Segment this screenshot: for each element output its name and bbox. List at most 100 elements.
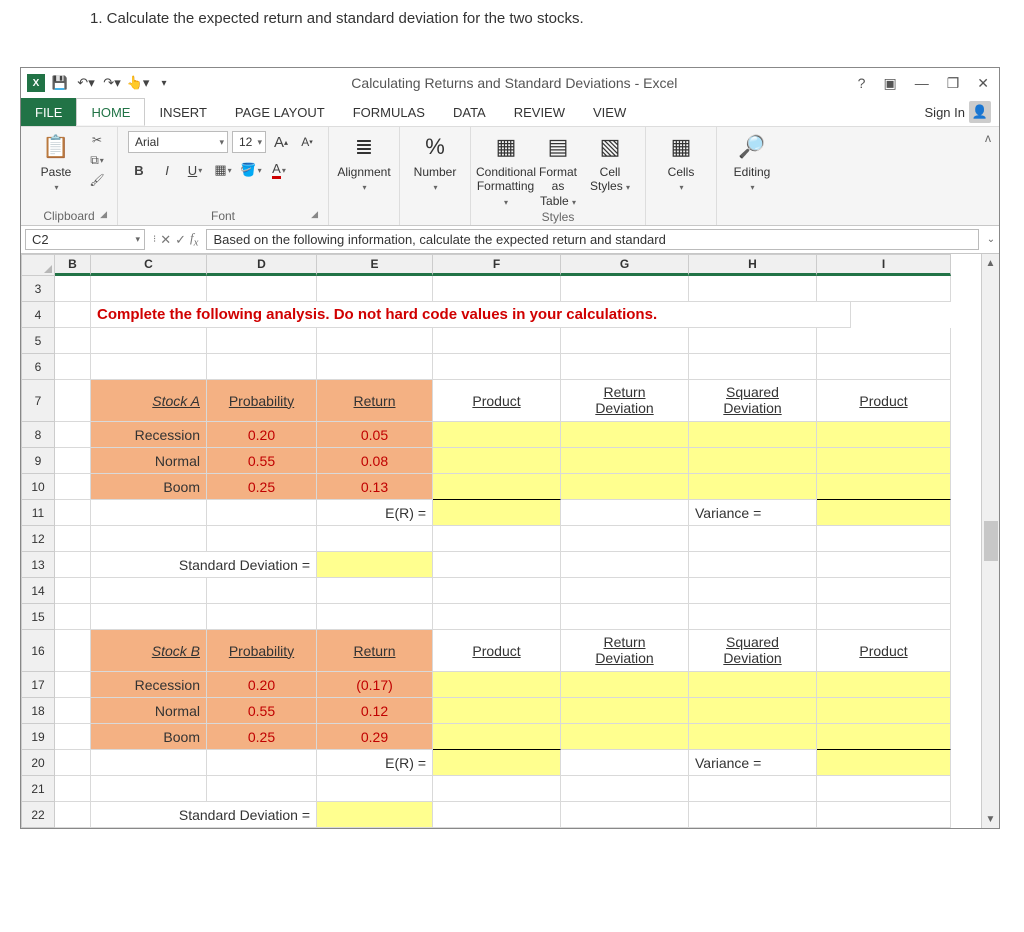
- undo-icon[interactable]: ↶▾: [75, 72, 97, 94]
- cell-H6[interactable]: [689, 354, 817, 380]
- cell-A-variance-label[interactable]: Variance =: [689, 500, 817, 526]
- font-size-select[interactable]: 12: [232, 131, 266, 153]
- row-header-4[interactable]: 4: [21, 302, 55, 328]
- col-header-E[interactable]: E: [317, 254, 433, 276]
- cell-B21[interactable]: [55, 776, 91, 802]
- decrease-font-icon[interactable]: A▾: [296, 131, 318, 153]
- cell-G15[interactable]: [561, 604, 689, 630]
- cell-F6[interactable]: [433, 354, 561, 380]
- cell-B5[interactable]: [55, 328, 91, 354]
- paste-button[interactable]: 📋 Paste▾: [31, 131, 81, 194]
- alignment-button[interactable]: ≣Alignment▾: [339, 131, 389, 194]
- cell-D3[interactable]: [207, 276, 317, 302]
- row-header-10[interactable]: 10: [21, 474, 55, 500]
- cell-H5[interactable]: [689, 328, 817, 354]
- cell-G21[interactable]: [561, 776, 689, 802]
- cell-B4[interactable]: [55, 302, 91, 328]
- cell-F13[interactable]: [433, 552, 561, 578]
- row-header-9[interactable]: 9: [21, 448, 55, 474]
- cell-B-retdev-2[interactable]: [561, 724, 689, 750]
- cell-A-sqdev-1[interactable]: [689, 448, 817, 474]
- cell-B-stddev-value[interactable]: [317, 802, 433, 828]
- tab-home[interactable]: HOME: [76, 98, 145, 126]
- cell-B-product2-1[interactable]: [817, 698, 951, 724]
- cell-F21[interactable]: [433, 776, 561, 802]
- cell-D11[interactable]: [207, 500, 317, 526]
- cell-return-deviation-header-A[interactable]: ReturnDeviation: [561, 380, 689, 422]
- editing-button[interactable]: 🔎Editing▾: [727, 131, 777, 194]
- cell-B-prob-0[interactable]: 0.20: [207, 672, 317, 698]
- bold-button[interactable]: B: [128, 159, 150, 181]
- cell-B12[interactable]: [55, 526, 91, 552]
- col-header-C[interactable]: C: [91, 254, 207, 276]
- cell-C15[interactable]: [91, 604, 207, 630]
- cell-D6[interactable]: [207, 354, 317, 380]
- cell-A-prob-1[interactable]: 0.55: [207, 448, 317, 474]
- help-icon[interactable]: ?: [854, 75, 870, 91]
- cell-F3[interactable]: [433, 276, 561, 302]
- cell-B-ret-2[interactable]: 0.29: [317, 724, 433, 750]
- cell-C14[interactable]: [91, 578, 207, 604]
- cell-B-state-0[interactable]: Recession: [91, 672, 207, 698]
- cell-return-deviation-header-B[interactable]: ReturnDeviation: [561, 630, 689, 672]
- row-header-11[interactable]: 11: [21, 500, 55, 526]
- cell-C20[interactable]: [91, 750, 207, 776]
- cell-B9[interactable]: [55, 448, 91, 474]
- row-header-20[interactable]: 20: [21, 750, 55, 776]
- vertical-scrollbar[interactable]: ▲ ▼: [981, 254, 999, 828]
- name-box[interactable]: C2: [25, 229, 145, 250]
- cell-stockB-title[interactable]: Stock B: [91, 630, 207, 672]
- cell-I13[interactable]: [817, 552, 951, 578]
- tab-insert[interactable]: INSERT: [145, 98, 220, 126]
- cell-B-state-2[interactable]: Boom: [91, 724, 207, 750]
- cell-F5[interactable]: [433, 328, 561, 354]
- col-header-I[interactable]: I: [817, 254, 951, 276]
- cell-D15[interactable]: [207, 604, 317, 630]
- cell-B-sqdev-0[interactable]: [689, 672, 817, 698]
- cell-F12[interactable]: [433, 526, 561, 552]
- cell-F15[interactable]: [433, 604, 561, 630]
- cell-B-stddev-label[interactable]: Standard Deviation =: [91, 802, 317, 828]
- cell-D5[interactable]: [207, 328, 317, 354]
- borders-icon[interactable]: ▦▾: [212, 159, 234, 181]
- minimize-icon[interactable]: —: [911, 75, 933, 91]
- scroll-down-icon[interactable]: ▼: [982, 810, 999, 828]
- cell-F14[interactable]: [433, 578, 561, 604]
- cell-styles-button[interactable]: ▧CellStyles ▾: [585, 131, 635, 194]
- cell-I14[interactable]: [817, 578, 951, 604]
- cell-A-state-2[interactable]: Boom: [91, 474, 207, 500]
- cell-C5[interactable]: [91, 328, 207, 354]
- cell-H12[interactable]: [689, 526, 817, 552]
- cell-B-prob-2[interactable]: 0.25: [207, 724, 317, 750]
- cell-C11[interactable]: [91, 500, 207, 526]
- cell-B-product-0[interactable]: [433, 672, 561, 698]
- cell-B3[interactable]: [55, 276, 91, 302]
- italic-button[interactable]: I: [156, 159, 178, 181]
- cell-B-ER-label[interactable]: E(R) =: [317, 750, 433, 776]
- cell-A-variance-value[interactable]: [817, 500, 951, 526]
- cell-B-product2-0[interactable]: [817, 672, 951, 698]
- cell-B16[interactable]: [55, 630, 91, 672]
- cell-instruction[interactable]: Complete the following analysis. Do not …: [91, 302, 851, 328]
- cell-G20[interactable]: [561, 750, 689, 776]
- insert-function-icon[interactable]: fx: [190, 230, 198, 249]
- cell-B-retdev-0[interactable]: [561, 672, 689, 698]
- cell-G12[interactable]: [561, 526, 689, 552]
- cell-I21[interactable]: [817, 776, 951, 802]
- cell-B-product-1[interactable]: [433, 698, 561, 724]
- formula-input[interactable]: Based on the following information, calc…: [206, 229, 979, 250]
- col-header-G[interactable]: G: [561, 254, 689, 276]
- cell-product2-header-A[interactable]: Product: [817, 380, 951, 422]
- cell-squared-deviation-header-A[interactable]: SquaredDeviation: [689, 380, 817, 422]
- row-header-19[interactable]: 19: [21, 724, 55, 750]
- cell-return-header-B[interactable]: Return: [317, 630, 433, 672]
- row-header-12[interactable]: 12: [21, 526, 55, 552]
- touch-mode-icon[interactable]: 👆▾: [127, 72, 149, 94]
- cell-B6[interactable]: [55, 354, 91, 380]
- cell-F22[interactable]: [433, 802, 561, 828]
- cell-C3[interactable]: [91, 276, 207, 302]
- cell-H13[interactable]: [689, 552, 817, 578]
- cell-A-ER-value[interactable]: [433, 500, 561, 526]
- cell-A-product2-1[interactable]: [817, 448, 951, 474]
- cell-A-ret-0[interactable]: 0.05: [317, 422, 433, 448]
